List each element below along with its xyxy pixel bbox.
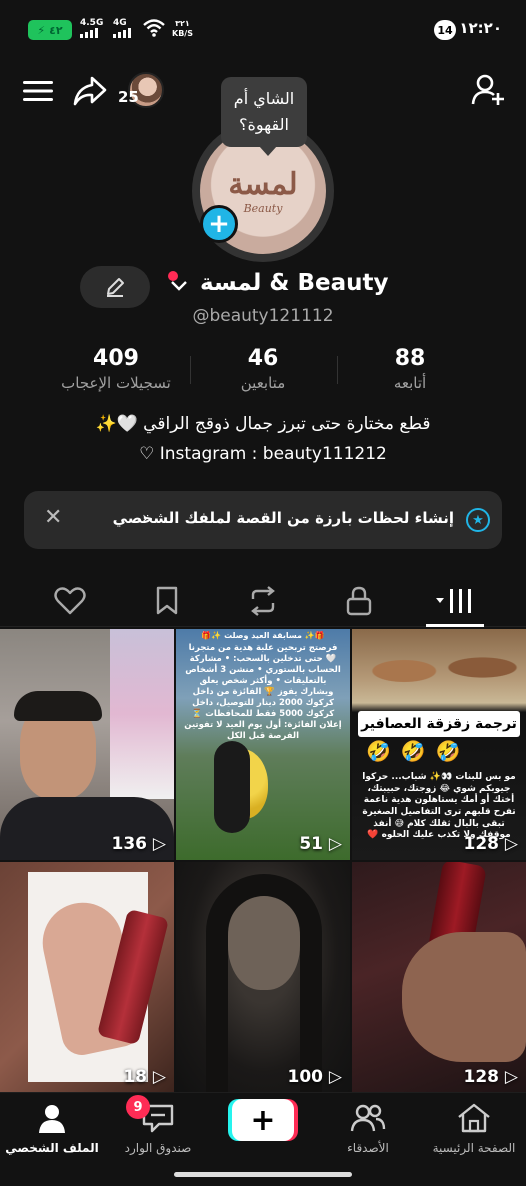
pencil-icon (107, 278, 124, 297)
note-bubble[interactable]: الشاي أم القهوة؟ (221, 77, 307, 156)
stat-likes[interactable]: 409 تسجيلات الإعجاب (36, 346, 196, 392)
chevron-down-icon[interactable] (169, 278, 189, 297)
stat-following[interactable]: 88 أتابعه (330, 346, 490, 392)
view-count: 100 ▷ (287, 1067, 343, 1087)
clock: ١٢:٢٠ (459, 19, 502, 37)
emoji-row: 🤣🤣🤣 (366, 739, 471, 763)
share-icon[interactable] (72, 74, 108, 108)
video-caption: مو بس للبنات 👀✨ شباب... حركوا جيوبكم شوي… (362, 772, 516, 841)
highlights-banner[interactable]: ✕ › إنشاء لحظات بارزة من القصة لملفك الش… (24, 491, 502, 549)
bookmark-icon (156, 586, 178, 615)
create-button[interactable]: + (232, 1099, 294, 1141)
birds-image (352, 629, 526, 699)
battery-indicator: ⚡ ٤٢ (28, 20, 72, 40)
grid-icon (436, 589, 471, 613)
nav-inbox[interactable]: صندوق الوارد (108, 1103, 208, 1155)
active-tab-indicator (426, 624, 484, 627)
signal-bars-icon (80, 28, 103, 38)
view-count: 128 ▷ (463, 1067, 519, 1087)
tab-favorites[interactable] (147, 583, 187, 619)
tab-reposts[interactable] (243, 583, 283, 619)
repost-icon (251, 586, 275, 616)
video-thumbnail[interactable]: 128 ▷ (352, 862, 526, 1093)
hair-image (214, 741, 250, 833)
plus-icon: + (250, 1102, 276, 1138)
profile-icon (39, 1105, 65, 1133)
logo-subtext: Beauty (243, 202, 283, 215)
signal-2: 4G (113, 18, 131, 38)
menu-icon[interactable] (22, 76, 54, 106)
video-caption: فرصتج تربحين علبة هدية من متجرنا 🤍 حتى ت… (184, 643, 342, 742)
stat-followers[interactable]: 46 متابعين (183, 346, 343, 392)
signal-bars-icon (113, 28, 131, 38)
lock-icon (346, 586, 372, 616)
network-speed: ٣٢١ KB/S (172, 19, 193, 38)
person-hair-image (14, 691, 102, 721)
profile-handle: @beauty121112 (192, 306, 334, 326)
view-count: 128 ▷ (463, 834, 519, 854)
notification-count: 14 (434, 20, 456, 40)
banner-text: إنشاء لحظات بارزة من القصة لملفك الشخصي (112, 509, 454, 527)
tab-liked[interactable] (50, 583, 90, 619)
add-friend-icon[interactable] (470, 72, 506, 108)
story-viewers-count: 25 (118, 88, 139, 106)
note-text: الشاي أم القهوة؟ (233, 89, 295, 134)
nav-friends[interactable]: الأصدقاء (318, 1103, 418, 1155)
wifi-icon (142, 18, 166, 42)
video-thumbnail[interactable]: ترجمة زقزقة العصافير 🤣🤣🤣 مو بس للبنات 👀✨… (352, 629, 526, 860)
view-count: 136 ▷ (111, 834, 167, 854)
view-count: 51 ▷ (299, 834, 342, 854)
bio-line-1: قطع مختارة حتى تبرز جمال ذوقج الراقي 🤍✨ (95, 414, 431, 434)
bio-line-2[interactable]: ♡ Instagram : beauty111212 (0, 444, 526, 464)
close-icon[interactable]: ✕ (44, 505, 62, 530)
view-count: 18 ▷ (123, 1067, 166, 1087)
woman-hair-image (206, 874, 322, 1093)
logo-text: لمسة (228, 167, 298, 202)
hand-image (402, 932, 526, 1062)
nav-profile[interactable]: الملف الشخصي (2, 1103, 102, 1155)
content-tabs (0, 575, 526, 627)
tab-private[interactable] (339, 583, 379, 619)
video-thumbnail[interactable]: 18 ▷ (0, 862, 174, 1093)
video-thumbnail[interactable]: 100 ▷ (176, 862, 350, 1093)
profile-name[interactable]: لمسة & Beauty (200, 270, 389, 296)
signal-1: 4.5G (80, 18, 103, 38)
tab-videos[interactable] (432, 583, 480, 619)
home-indicator (174, 1172, 352, 1177)
nav-home[interactable]: الصفحة الرئيسية (424, 1103, 524, 1155)
plus-icon: + (208, 209, 230, 239)
video-title: ترجمة زقزقة العصافير (358, 711, 520, 738)
friends-icon (350, 1104, 386, 1132)
edit-profile-button[interactable] (80, 266, 150, 308)
heart-icon (54, 587, 86, 615)
star-icon: ★ (466, 508, 490, 532)
add-story-button[interactable]: + (200, 205, 238, 243)
status-bar: ⚡ ٤٢ 4.5G 4G ٣٢١ KB/S 14 ١٢:٢٠ (0, 0, 526, 58)
video-thumbnail[interactable]: 136 ▷ (0, 629, 174, 860)
video-title: 🎁✨ مسابقة العيد وصلت ✨🎁 (201, 631, 325, 640)
home-icon (458, 1103, 490, 1133)
battery-level: ٤٢ (49, 23, 63, 37)
video-thumbnail[interactable]: 🎁✨ مسابقة العيد وصلت ✨🎁 فرصتج تربحين علب… (176, 629, 350, 860)
inbox-badge: 9 (126, 1095, 150, 1119)
shelf-image (110, 629, 174, 799)
